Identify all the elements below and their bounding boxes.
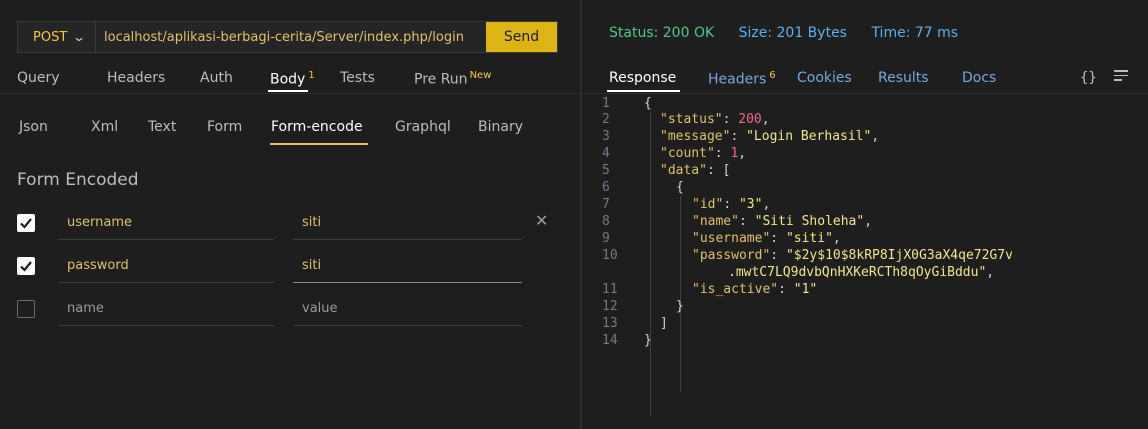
braces-icon[interactable]: {}	[1080, 70, 1097, 86]
request-pane: POST ⌄ localhost/aplikasi-berbagi-cerita…	[0, 0, 580, 429]
chevron-down-icon: ⌄	[72, 30, 87, 44]
code-line: "count": 1,	[660, 146, 747, 161]
line-number: 3	[602, 129, 610, 144]
code-line: {	[676, 180, 684, 195]
body-tab-form[interactable]: Form	[207, 119, 242, 135]
line-number: 7	[602, 197, 610, 212]
line-number: 5	[602, 163, 610, 178]
checkmark-icon	[20, 218, 32, 229]
line-number: 2	[602, 112, 610, 127]
tab-prerun[interactable]: Pre Run New	[414, 70, 491, 88]
response-body-viewer[interactable]: 1 2 3 4 5 6 7 8 9 10 11 12 13 14 { "status": 200, "me…	[582, 96, 1148, 429]
response-size: Size: 201 Bytes	[738, 25, 847, 41]
code-line: ]	[660, 316, 668, 331]
rtab-response[interactable]: Response	[609, 70, 676, 86]
status-code: Status: 200 OK	[609, 25, 715, 41]
form-row-username: username siti ✕	[17, 210, 557, 240]
code-line: "username": "siti",	[692, 231, 841, 246]
field-key-placeholder: name	[67, 301, 104, 316]
active-tab-indicator	[268, 90, 308, 92]
body-type-tabs: Json Xml Text Form Form-encode Graphql B…	[0, 119, 580, 149]
row-checkbox[interactable]	[17, 300, 35, 318]
rtab-results[interactable]: Results	[878, 70, 929, 86]
close-icon[interactable]: ✕	[535, 211, 548, 230]
line-number: 6	[602, 180, 610, 195]
code-line: "password": "$2y$10$8kRP8IjX0G3aX4qe72G7…	[692, 248, 1013, 263]
method-select[interactable]: POST ⌄	[18, 22, 96, 52]
code-line: "message": "Login Berhasil",	[660, 129, 880, 144]
response-time: Time: 77 ms	[871, 25, 959, 41]
line-number: 8	[602, 214, 610, 229]
rtab-docs[interactable]: Docs	[962, 70, 996, 86]
url-input[interactable]: localhost/aplikasi-berbagi-cerita/Server…	[96, 30, 486, 45]
code-line: "id": "3",	[692, 197, 771, 212]
body-tab-form-encode[interactable]: Form-encode	[271, 119, 363, 135]
code-line: "data": [	[660, 163, 731, 178]
code-line: .mwtC7LQ9dvbQnHXKeRCTh8qOyGiBddu",	[728, 265, 995, 280]
form-encoded-title: Form Encoded	[17, 170, 139, 190]
line-number: 10	[602, 248, 618, 263]
line-number: 11	[602, 282, 618, 297]
field-key-input[interactable]: username	[58, 210, 274, 240]
field-value-text: siti	[302, 258, 322, 273]
request-tabs: Query Headers Auth Body 1 Tests Pre Run Ne…	[0, 64, 580, 94]
url-bar: POST ⌄ localhost/aplikasi-berbagi-cerita…	[17, 21, 558, 53]
line-number: 12	[602, 299, 618, 314]
tab-headers[interactable]: Headers	[107, 70, 165, 86]
line-number: 14	[602, 333, 618, 348]
response-status-bar: Status: 200 OK Size: 201 Bytes Time: 77 …	[609, 25, 978, 41]
code-line: {	[644, 96, 652, 111]
field-value-input[interactable]: siti	[293, 210, 522, 240]
tab-query[interactable]: Query	[17, 70, 60, 86]
code-line: "status": 200,	[660, 112, 770, 127]
tab-body[interactable]: Body 1	[270, 70, 315, 88]
field-key-input[interactable]: password	[58, 253, 274, 283]
rtab-headers-count: 6	[769, 70, 776, 81]
field-value-text: siti	[302, 215, 322, 230]
rtab-headers[interactable]: Headers 6	[708, 70, 776, 88]
body-tab-binary[interactable]: Binary	[478, 119, 523, 135]
send-button[interactable]: Send	[486, 22, 557, 52]
indent-guide	[680, 196, 681, 392]
response-tabs: Response Headers 6 Cookies Results Docs {…	[582, 64, 1148, 94]
body-tab-xml[interactable]: Xml	[91, 119, 118, 135]
row-checkbox[interactable]	[17, 214, 35, 232]
tab-prerun-label: Pre Run	[414, 71, 468, 88]
form-row-new: name value	[17, 296, 557, 326]
body-tab-graphql[interactable]: Graphql	[395, 119, 451, 135]
code-line: "name": "Siti Sholeha",	[692, 214, 873, 229]
tab-body-label: Body	[270, 71, 306, 88]
tab-tests[interactable]: Tests	[340, 70, 375, 86]
line-number: 9	[602, 231, 610, 246]
field-value-input[interactable]: siti	[293, 253, 522, 283]
body-tab-text[interactable]: Text	[148, 119, 176, 135]
code-line: }	[644, 333, 652, 348]
field-key-text: password	[67, 258, 129, 273]
active-response-tab-indicator	[607, 90, 680, 92]
field-value-placeholder: value	[302, 301, 338, 316]
body-tab-json[interactable]: Json	[19, 119, 48, 135]
rtab-headers-label: Headers	[708, 71, 767, 88]
rtab-cookies[interactable]: Cookies	[797, 70, 852, 86]
line-number: 1	[602, 96, 610, 111]
active-body-tab-indicator	[270, 143, 368, 145]
line-number: 4	[602, 146, 610, 161]
app-window: POST ⌄ localhost/aplikasi-berbagi-cerita…	[0, 0, 1148, 429]
tab-auth[interactable]: Auth	[200, 70, 233, 86]
form-row-password: password siti	[17, 253, 557, 283]
field-key-text: username	[67, 215, 132, 230]
field-key-input[interactable]: name	[58, 296, 274, 326]
field-value-input[interactable]: value	[293, 296, 522, 326]
response-pane: Status: 200 OK Size: 201 Bytes Time: 77 …	[582, 0, 1148, 429]
tab-prerun-badge: New	[469, 70, 492, 81]
checkmark-icon	[20, 261, 32, 272]
tab-body-count: 1	[308, 70, 315, 81]
code-line: "is_active": "1"	[692, 282, 818, 297]
row-checkbox[interactable]	[17, 257, 35, 275]
method-label: POST	[33, 29, 68, 45]
line-number: 13	[602, 316, 618, 331]
menu-icon[interactable]	[1114, 70, 1128, 84]
indent-guide	[650, 112, 651, 416]
code-line: }	[676, 299, 684, 314]
